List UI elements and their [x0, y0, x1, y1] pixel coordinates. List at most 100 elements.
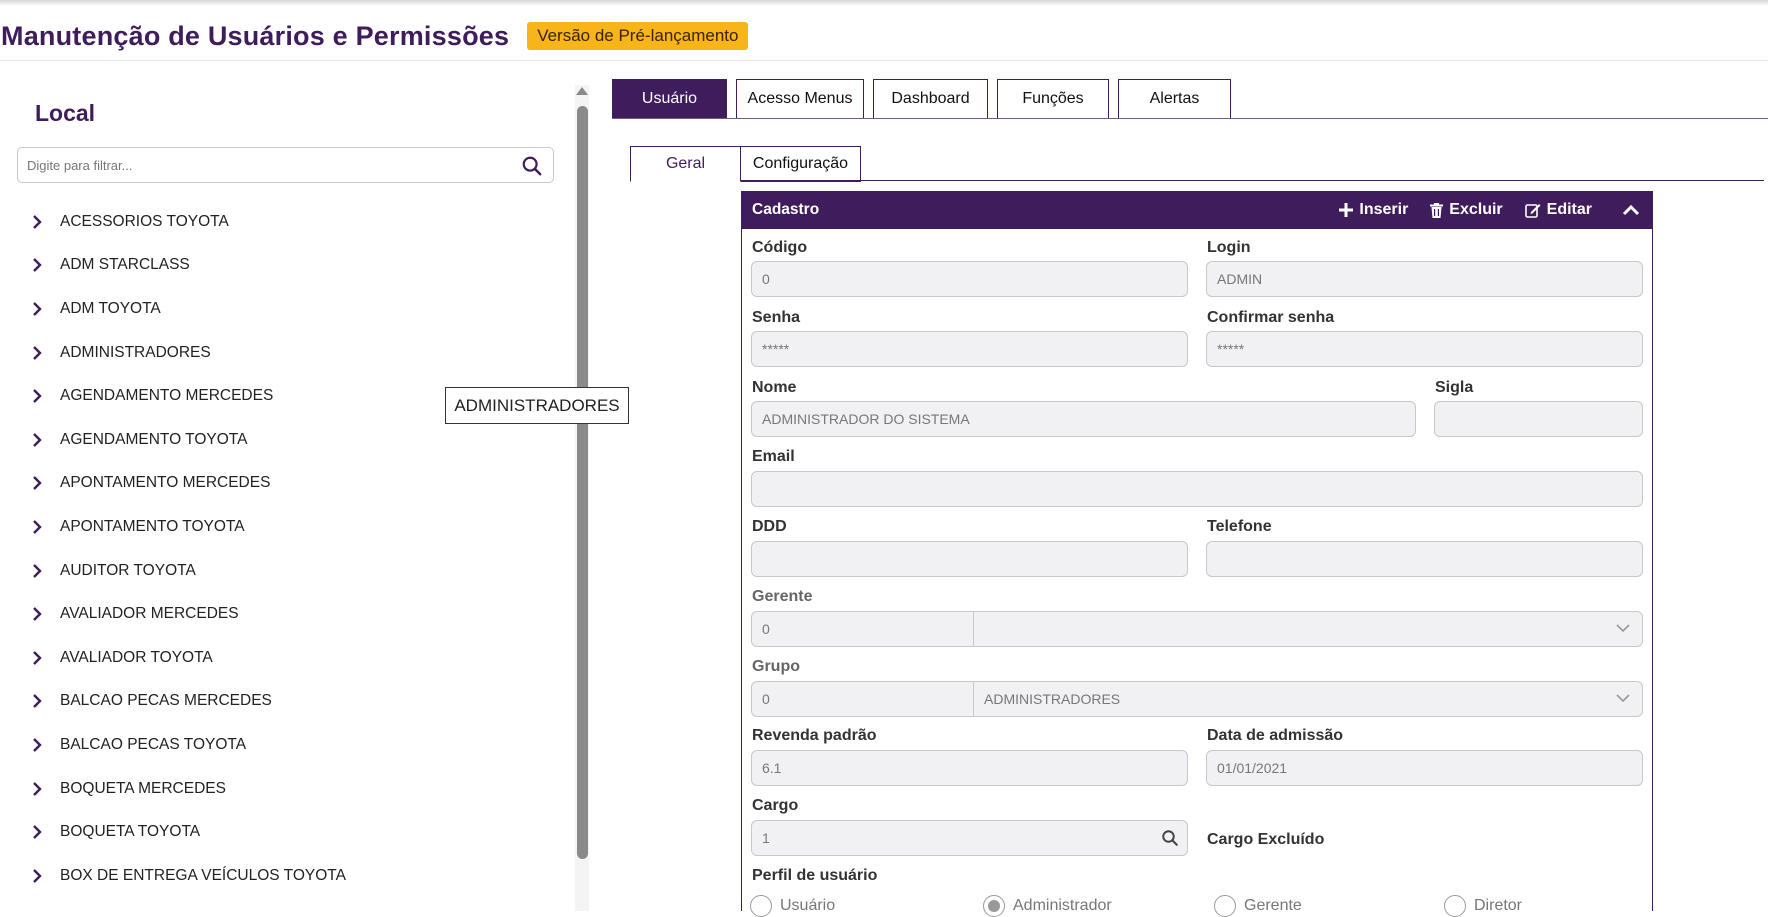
chevron-down-icon [1616, 624, 1630, 633]
email-label: Email [752, 448, 795, 465]
tree-item[interactable]: AVALIADOR MERCEDES [30, 592, 550, 636]
tree-item-label: BOQUETA TOYOTA [60, 823, 201, 841]
tree-item-label: ADM STARCLASS [60, 256, 190, 274]
cargo-label: Cargo [752, 797, 799, 814]
login-value: ADMIN [1217, 271, 1263, 287]
plus-icon [1339, 203, 1354, 217]
grupo-name-dropdown[interactable]: ADMINISTRADORES [974, 682, 1642, 716]
sigla-field[interactable] [1434, 401, 1643, 437]
chevron-right-icon[interactable] [32, 650, 60, 666]
revenda-field[interactable]: 6.1 [751, 750, 1188, 786]
radio-circle-checked [983, 895, 1005, 917]
chevron-right-icon[interactable] [32, 214, 60, 230]
chevron-right-icon[interactable] [32, 345, 60, 361]
codigo-label: Código [752, 239, 808, 256]
radio-circle [1214, 895, 1236, 917]
search-icon[interactable] [1161, 829, 1179, 847]
tree-item[interactable]: BALCAO PECAS MERCEDES [30, 680, 550, 724]
grupo-name: ADMINISTRADORES [984, 691, 1121, 707]
tree-item[interactable]: AUDITOR TOYOTA [30, 549, 550, 593]
tree-item[interactable]: AVALIADOR TOYOTA [30, 636, 550, 680]
admissao-field[interactable]: 01/01/2021 [1206, 750, 1643, 786]
panel-title: Cadastro [752, 201, 820, 218]
tree-item[interactable]: AGENDAMENTO TOYOTA [30, 418, 550, 462]
radio-diretor[interactable]: Diretor [1444, 895, 1522, 917]
chevron-right-icon[interactable] [32, 781, 60, 797]
tree-item-label: ADMINISTRADORES [60, 343, 211, 361]
cargo-value: 1 [762, 830, 770, 846]
chevron-right-icon[interactable] [32, 475, 60, 491]
tab-funcoes[interactable]: Funções [997, 79, 1109, 119]
chevron-up-icon[interactable] [1622, 204, 1640, 216]
confirmar-senha-value: ***** [1217, 341, 1245, 357]
tab-acesso-menus[interactable]: Acesso Menus [736, 79, 864, 119]
nome-label: Nome [752, 379, 797, 396]
nome-value: ADMINISTRADOR DO SISTEMA [762, 411, 970, 427]
chevron-right-icon[interactable] [32, 301, 60, 317]
gerente-name-dropdown[interactable] [974, 612, 1642, 646]
tree-item[interactable]: BOX DE ENTREGA VEÍCULOS TOYOTA [30, 854, 550, 898]
radio-administrador[interactable]: Administrador [983, 895, 1112, 917]
insert-button[interactable]: Inserir [1339, 201, 1408, 219]
tree-item[interactable]: ADMINISTRADORES [30, 331, 550, 375]
senha-field[interactable]: ***** [751, 331, 1188, 367]
radio-usuario[interactable]: Usuário [750, 895, 835, 917]
grupo-code[interactable]: 0 [752, 682, 974, 716]
scroll-up-arrow-icon[interactable] [575, 85, 589, 97]
grupo-select[interactable]: 0 ADMINISTRADORES [751, 681, 1643, 717]
email-field[interactable] [751, 471, 1643, 507]
subtab-configuracao[interactable]: Configuração [741, 146, 861, 182]
telefone-field[interactable] [1206, 541, 1643, 577]
chevron-right-icon[interactable] [32, 257, 60, 273]
chevron-right-icon[interactable] [32, 563, 60, 579]
tree-item-label: AGENDAMENTO MERCEDES [60, 387, 274, 405]
grupo-label: Grupo [752, 658, 800, 675]
tabs-divider [612, 118, 1768, 119]
cargo-field[interactable]: 1 [751, 820, 1188, 856]
chevron-right-icon[interactable] [32, 519, 60, 535]
radio-gerente[interactable]: Gerente [1214, 895, 1302, 917]
gerente-select[interactable]: 0 [751, 611, 1643, 647]
codigo-field[interactable]: 0 [751, 261, 1188, 297]
tree-item[interactable]: ACESSORIOS TOYOTA [30, 200, 550, 244]
delete-button[interactable]: Excluir [1430, 201, 1503, 219]
chevron-right-icon[interactable] [32, 606, 60, 622]
sigla-label: Sigla [1435, 379, 1474, 396]
admissao-value: 01/01/2021 [1217, 760, 1288, 776]
perfil-radio-group: Usuário Administrador Gerente Diretor [750, 895, 1650, 917]
tree-item[interactable]: ADM STARCLASS [30, 244, 550, 288]
chevron-right-icon[interactable] [32, 868, 60, 884]
radio-circle [750, 895, 772, 917]
chevron-right-icon[interactable] [32, 737, 60, 753]
login-label: Login [1207, 239, 1251, 256]
tree-item[interactable]: BOQUETA TOYOTA [30, 810, 550, 854]
edit-label: Editar [1546, 201, 1592, 218]
search-icon[interactable] [521, 155, 543, 177]
tree-item[interactable]: BALCAO PECAS TOYOTA [30, 723, 550, 767]
chevron-right-icon[interactable] [32, 693, 60, 709]
tree-item[interactable]: APONTAMENTO MERCEDES [30, 462, 550, 506]
scrollbar-thumb[interactable] [577, 106, 588, 859]
tree-item[interactable]: ADM TOYOTA [30, 287, 550, 331]
chevron-right-icon[interactable] [32, 824, 60, 840]
chevron-right-icon[interactable] [32, 432, 60, 448]
tab-alertas[interactable]: Alertas [1118, 79, 1231, 119]
edit-button[interactable]: Editar [1524, 201, 1592, 219]
tab-usuario[interactable]: Usuário [612, 79, 727, 119]
chevron-right-icon[interactable] [32, 388, 60, 404]
filter-input[interactable] [18, 148, 498, 182]
confirmar-senha-field[interactable]: ***** [1206, 331, 1643, 367]
tree-item[interactable]: BOQUETA MERCEDES [30, 767, 550, 811]
delete-label: Excluir [1449, 201, 1503, 218]
tree-item[interactable]: APONTAMENTO TOYOTA [30, 505, 550, 549]
nome-field[interactable]: ADMINISTRADOR DO SISTEMA [751, 401, 1416, 437]
insert-label: Inserir [1359, 201, 1409, 218]
tree-item-label: APONTAMENTO TOYOTA [60, 517, 245, 535]
tree-item[interactable]: CAIXA MERCEDES [30, 898, 550, 911]
ddd-field[interactable] [751, 541, 1188, 577]
login-field[interactable]: ADMIN [1206, 261, 1643, 297]
codigo-value: 0 [762, 271, 770, 287]
gerente-code[interactable]: 0 [752, 612, 974, 646]
subtab-geral[interactable]: Geral [630, 146, 741, 182]
tab-dashboard[interactable]: Dashboard [873, 79, 988, 119]
